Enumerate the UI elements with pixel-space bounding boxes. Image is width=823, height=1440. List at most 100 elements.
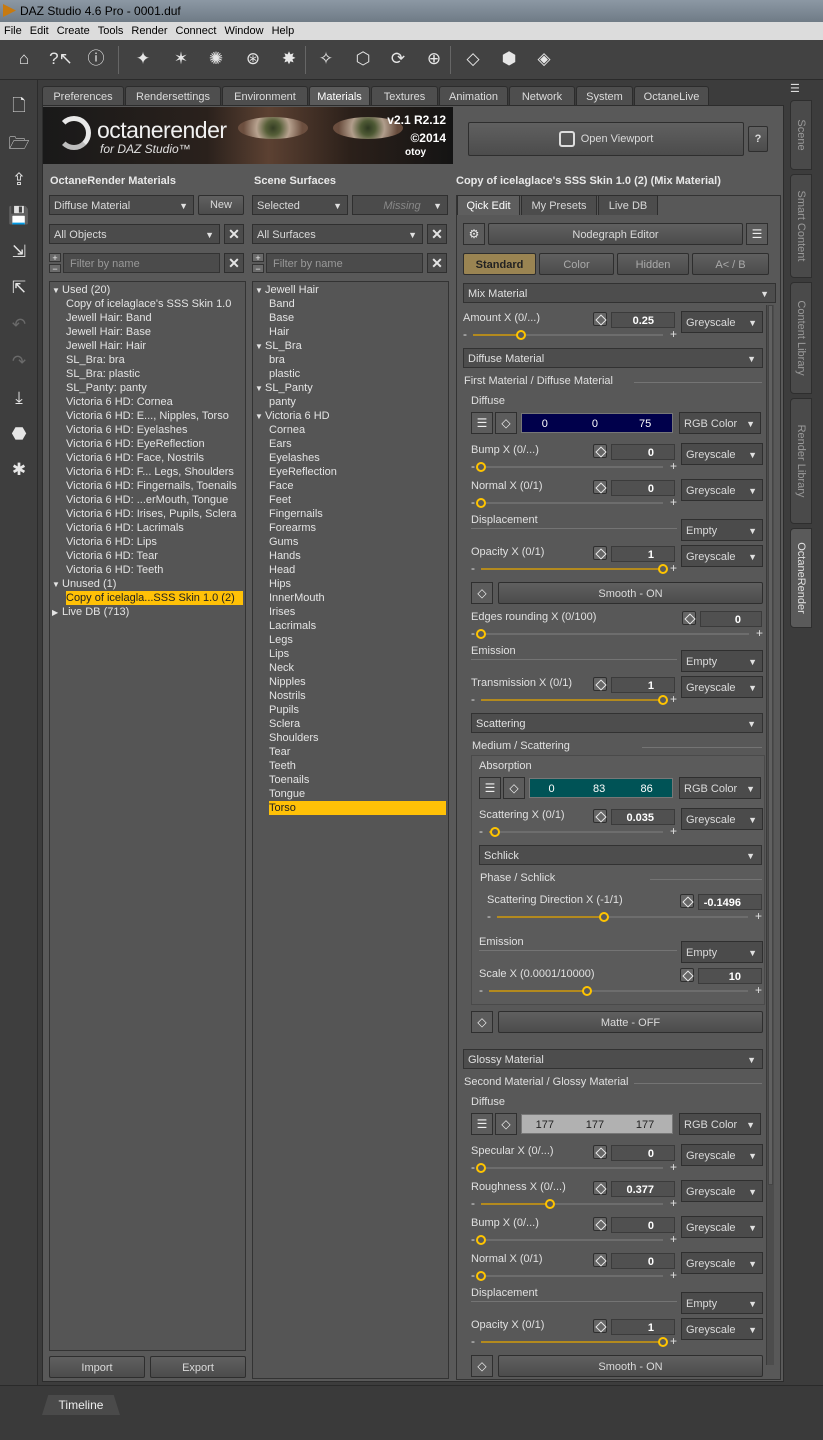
camera-tool-icon[interactable]: ✦: [130, 46, 156, 72]
minus-icon[interactable]: -: [479, 983, 483, 997]
minus-icon[interactable]: -: [471, 626, 475, 640]
minus-icon[interactable]: -: [463, 327, 467, 341]
menu-file[interactable]: File: [0, 22, 26, 40]
tree-item[interactable]: Tear: [269, 745, 446, 759]
slider-knob[interactable]: [658, 695, 668, 705]
tree-item[interactable]: Jewell Hair: Hair: [66, 339, 243, 353]
second-diffuse-mode-select[interactable]: RGB Color ▼: [679, 1113, 761, 1135]
first-transmission-value[interactable]: 1: [611, 677, 675, 693]
tree-item[interactable]: Forearms: [269, 521, 446, 535]
scrollbar-thumb[interactable]: [768, 305, 773, 1185]
merge-file-icon[interactable]: ⇪: [7, 168, 31, 192]
second-opacity-value[interactable]: 1: [611, 1319, 675, 1335]
open-file-icon[interactable]: 🗁: [7, 132, 31, 156]
tree-item[interactable]: Lips: [269, 647, 446, 661]
tree-group[interactable]: ▼ Victoria 6 HD: [255, 409, 446, 423]
tab-octanelive[interactable]: OctaneLive: [634, 86, 709, 106]
first-opacity-slider[interactable]: - +: [471, 561, 677, 577]
tree-item[interactable]: panty: [269, 395, 446, 409]
plus-icon[interactable]: +: [670, 1196, 677, 1210]
minus-icon[interactable]: -: [471, 561, 475, 575]
keyframe-diamond-icon[interactable]: [680, 968, 694, 982]
tab-live-db[interactable]: Live DB: [598, 195, 658, 215]
drop-to-floor-icon[interactable]: ⤓: [7, 386, 31, 410]
tree-group[interactable]: ▼ SL_Panty: [255, 381, 446, 395]
minus-icon[interactable]: -: [471, 1334, 475, 1348]
tree-item[interactable]: Gums: [269, 535, 446, 549]
second-smooth-button[interactable]: Smooth - ON: [498, 1355, 763, 1377]
new-file-icon[interactable]: 🗋: [7, 94, 31, 118]
expanded-arrow-icon[interactable]: ▼: [255, 340, 265, 354]
slider-knob[interactable]: [582, 986, 593, 996]
second-material-type-select[interactable]: Glossy Material ▼: [463, 1049, 763, 1069]
minus-icon[interactable]: -: [471, 1232, 475, 1246]
point-light-icon[interactable]: ✺: [203, 46, 229, 72]
tree-item[interactable]: Shoulders: [269, 731, 446, 745]
slider-track[interactable]: [481, 466, 663, 468]
mix-type-select[interactable]: Mix Material ▼: [463, 283, 776, 303]
scale-value[interactable]: 10: [698, 968, 762, 984]
keyframe-diamond-icon[interactable]: ◇: [495, 412, 517, 434]
tree-group[interactable]: ▼ Jewell Hair: [255, 283, 446, 297]
keyframe-diamond-icon[interactable]: [593, 480, 607, 494]
first-opacity-value[interactable]: 1: [611, 546, 675, 562]
tree-group[interactable]: ▶ Live DB (713): [52, 605, 243, 619]
clear-surface-filter-icon[interactable]: ✕: [427, 253, 447, 273]
keyframe-diamond-icon[interactable]: [682, 611, 696, 625]
spot-light-icon[interactable]: ✶: [168, 46, 194, 72]
texture-list-icon[interactable]: ☰: [471, 412, 493, 434]
second-bump-value[interactable]: 0: [611, 1217, 675, 1233]
mode-ab[interactable]: A< / B: [692, 253, 769, 275]
slider-track[interactable]: [489, 831, 663, 833]
import-icon[interactable]: ⇲: [7, 240, 31, 264]
tree-item[interactable]: Victoria 6 HD: Tear: [66, 549, 243, 563]
tree-item[interactable]: Victoria 6 HD: Fingernails, Toenails: [66, 479, 243, 493]
minus-icon[interactable]: -: [471, 459, 475, 473]
expanded-arrow-icon[interactable]: ▼: [255, 284, 265, 298]
whats-this-icon[interactable]: ?↖: [48, 46, 74, 72]
home-icon[interactable]: ⌂: [11, 46, 37, 72]
first-normal-slider[interactable]: - +: [471, 495, 677, 511]
objects-filter-select[interactable]: All Objects ▼: [49, 224, 220, 244]
list-menu-icon[interactable]: ☰: [746, 223, 768, 245]
tree-item[interactable]: Face: [269, 479, 446, 493]
tab-animation[interactable]: Animation: [439, 86, 508, 106]
tab-textures[interactable]: Textures: [371, 86, 438, 106]
first-normal-mode-select[interactable]: Greyscale ▼: [681, 479, 763, 501]
keyframe-diamond-icon[interactable]: ◇: [495, 1113, 517, 1135]
slider-knob[interactable]: [515, 330, 526, 340]
plus-icon[interactable]: +: [670, 824, 677, 838]
first-bump-slider[interactable]: - +: [471, 459, 677, 475]
tree-item[interactable]: Teeth: [269, 759, 446, 773]
figure-pose-icon[interactable]: ✱: [7, 458, 31, 482]
tree-item[interactable]: Copy of icelaglace's SSS Skin 1.0: [66, 297, 243, 311]
tree-item[interactable]: Victoria 6 HD: F... Legs, Shoulders: [66, 465, 243, 479]
slider-knob[interactable]: [476, 1271, 486, 1281]
translate-tool-icon[interactable]: ⊕: [421, 46, 447, 72]
first-material-type-select[interactable]: Diffuse Material ▼: [463, 348, 763, 368]
tree-item[interactable]: Base: [269, 311, 446, 325]
absorption-color-swatch[interactable]: 0 83 86: [529, 778, 673, 798]
tree-item[interactable]: Ears: [269, 437, 446, 451]
clear-objects-icon[interactable]: ✕: [224, 224, 244, 244]
phase-type-select[interactable]: Schlick ▼: [479, 845, 762, 865]
menu-help[interactable]: Help: [268, 22, 299, 40]
keyframe-diamond-icon[interactable]: [593, 1253, 607, 1267]
distant-light-icon[interactable]: ⊛: [240, 46, 266, 72]
keyframe-diamond-icon[interactable]: [593, 312, 607, 326]
tree-item[interactable]: SL_Bra: plastic: [66, 367, 243, 381]
tree-item[interactable]: Toenails: [269, 773, 446, 787]
amount-value[interactable]: 0.25: [611, 312, 675, 328]
slider-track[interactable]: [481, 502, 663, 504]
menu-create[interactable]: Create: [53, 22, 94, 40]
rotate-tool-icon[interactable]: ⟳: [385, 46, 411, 72]
linear-light-icon[interactable]: ✸: [276, 46, 302, 72]
settings-gear-icon[interactable]: ⚙: [463, 223, 485, 245]
tree-item[interactable]: Victoria 6 HD: Cornea: [66, 395, 243, 409]
surfaces-missing-select[interactable]: Missing ▼: [352, 195, 448, 215]
tree-item[interactable]: Copy of icelagla...SSS Skin 1.0 (2): [66, 591, 243, 605]
first-transmission-slider[interactable]: - +: [471, 692, 677, 708]
first-diffuse-mode-select[interactable]: RGB Color ▼: [679, 412, 761, 434]
texture-list-icon[interactable]: ☰: [471, 1113, 493, 1135]
menu-connect[interactable]: Connect: [172, 22, 221, 40]
